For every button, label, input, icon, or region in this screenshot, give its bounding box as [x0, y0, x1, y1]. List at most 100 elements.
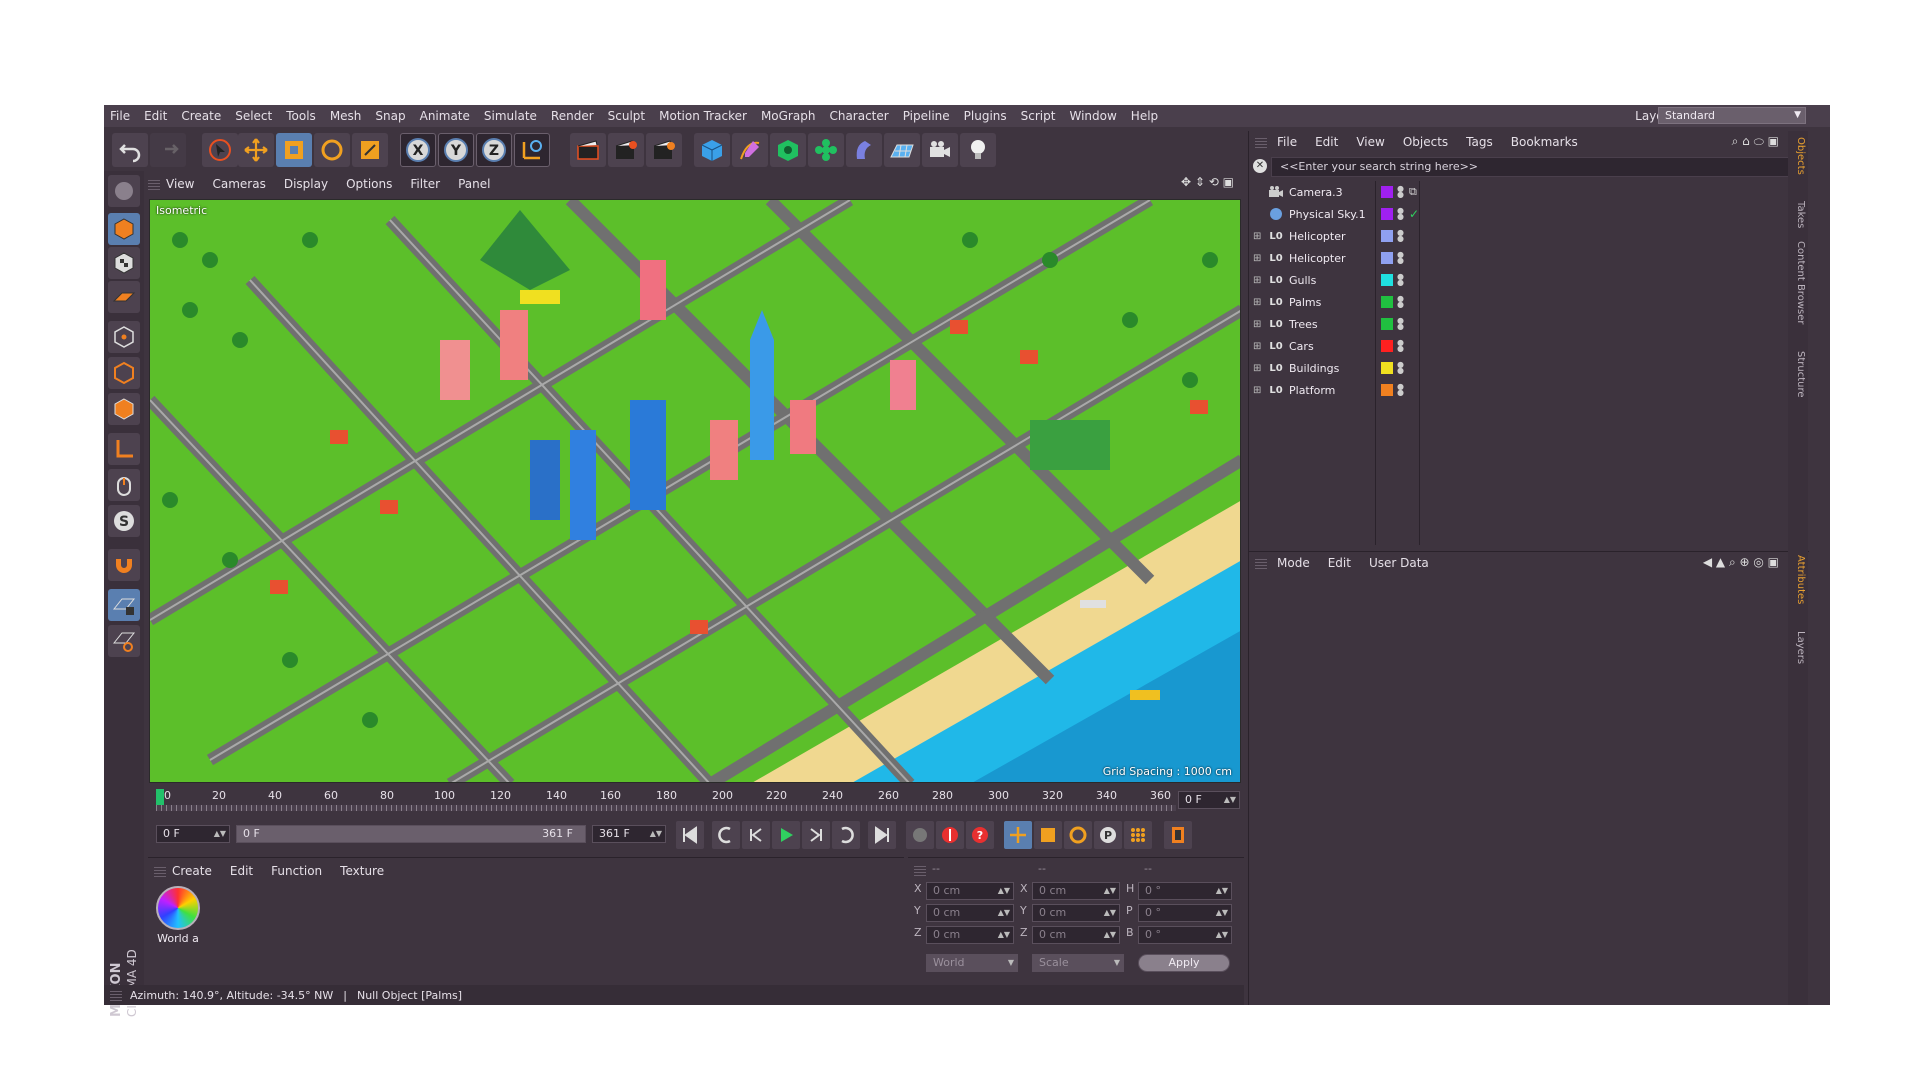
object-row-gulls[interactable]: ⊞ L0 Gulls ● ●	[1249, 269, 1809, 291]
next-frame-button[interactable]	[802, 821, 830, 849]
go-to-end-button[interactable]	[868, 821, 896, 849]
layer-color-swatch[interactable]	[1381, 362, 1393, 374]
objects-menu-objects[interactable]: Objects	[1403, 135, 1448, 149]
rotation-b-field[interactable]: 0 ° ▲▼	[1138, 926, 1232, 944]
enabled-check-icon[interactable]: ✓	[1409, 207, 1419, 221]
menu-motion-tracker[interactable]: Motion Tracker	[659, 109, 747, 123]
object-row-sky[interactable]: Physical Sky.1 ● ● ✓	[1249, 203, 1809, 225]
visibility-dots[interactable]: ● ●	[1397, 185, 1404, 199]
key-point-level-button[interactable]	[1124, 821, 1152, 849]
menu-mograph[interactable]: MoGraph	[761, 109, 816, 123]
tab-objects[interactable]: Objects	[1790, 137, 1806, 175]
motion-recording-button[interactable]	[906, 821, 934, 849]
size-z-field[interactable]: 0 cm ▲▼	[1032, 926, 1120, 944]
object-row-helicopter[interactable]: ⊞ L0 Helicopter ● ●	[1249, 247, 1809, 269]
viewport-menu-filter[interactable]: Filter	[410, 177, 440, 191]
expand-plus-icon[interactable]: ⊞	[1253, 253, 1267, 264]
coord-mode-world-select[interactable]: World ▼	[926, 954, 1018, 972]
layer-color-swatch[interactable]	[1381, 384, 1393, 396]
menu-tools[interactable]: Tools	[286, 109, 316, 123]
layer-color-swatch[interactable]	[1381, 230, 1393, 242]
timeline-track[interactable]	[156, 805, 1176, 811]
rotate-tool-button[interactable]	[314, 133, 350, 167]
menu-snap[interactable]: Snap	[375, 109, 405, 123]
layer-color-swatch[interactable]	[1381, 296, 1393, 308]
viewport-menu-cameras[interactable]: Cameras	[212, 177, 265, 191]
timeline-ruler[interactable]: 0 20 40 60 80 100 120 140 160 180 200 22…	[156, 789, 1176, 815]
viewport-nav-icons[interactable]: ✥ ⇕ ⟲ ▣	[1181, 175, 1234, 189]
objects-menu-tags[interactable]: Tags	[1466, 135, 1493, 149]
render-to-picture-viewer-button[interactable]	[608, 133, 644, 167]
menu-create[interactable]: Create	[181, 109, 221, 123]
objects-menu-view[interactable]: View	[1356, 135, 1384, 149]
start-frame-field[interactable]: 0 F ▲▼	[156, 825, 230, 843]
menu-render[interactable]: Render	[551, 109, 594, 123]
viewport-menu-view[interactable]: View	[166, 177, 194, 191]
key-parameter-button[interactable]: P	[1094, 821, 1122, 849]
subdivision-surface-button[interactable]	[770, 133, 806, 167]
record-active-objects-button[interactable]	[936, 821, 964, 849]
tab-content-browser[interactable]: Content Browser	[1790, 241, 1806, 324]
object-search-input[interactable]: <<Enter your search string here>>	[1271, 157, 1801, 177]
y-axis-lock-button[interactable]: Y	[438, 133, 474, 167]
tab-takes[interactable]: Takes	[1790, 201, 1806, 228]
timeline[interactable]: 0 20 40 60 80 100 120 140 160 180 200 22…	[148, 785, 1244, 817]
expand-plus-icon[interactable]: ⊞	[1253, 231, 1267, 242]
play-button[interactable]	[772, 821, 800, 849]
viewport-menu-panel[interactable]: Panel	[458, 177, 490, 191]
expand-plus-icon[interactable]: ⊞	[1253, 385, 1267, 396]
undo-button[interactable]	[112, 133, 148, 167]
transform-tool-button[interactable]	[352, 133, 388, 167]
x-axis-lock-button[interactable]: X	[400, 133, 436, 167]
menu-select[interactable]: Select	[235, 109, 272, 123]
expand-plus-icon[interactable]: ⊞	[1253, 275, 1267, 286]
attributes-menu-user-data[interactable]: User Data	[1369, 556, 1429, 570]
viewport-menu-options[interactable]: Options	[346, 177, 392, 191]
menu-script[interactable]: Script	[1021, 109, 1056, 123]
camera-target-tag-icon[interactable]: ⧉	[1409, 185, 1417, 199]
apply-button[interactable]: Apply	[1138, 954, 1230, 972]
layer-color-swatch[interactable]	[1381, 208, 1393, 220]
key-rotation-button[interactable]	[1064, 821, 1092, 849]
size-y-field[interactable]: 0 cm ▲▼	[1032, 904, 1120, 922]
lock-workplane-button[interactable]	[108, 589, 140, 621]
coord-mode-scale-select[interactable]: Scale ▼	[1032, 954, 1124, 972]
render-settings-button[interactable]	[646, 133, 682, 167]
object-row-trees[interactable]: ⊞ L0 Trees ● ●	[1249, 313, 1809, 335]
visibility-dots[interactable]: ● ●	[1397, 339, 1404, 353]
position-z-field[interactable]: 0 cm ▲▼	[926, 926, 1014, 944]
expand-plus-icon[interactable]: ⊞	[1253, 319, 1267, 330]
material-menu-texture[interactable]: Texture	[340, 864, 384, 878]
position-y-field[interactable]: 0 cm ▲▼	[926, 904, 1014, 922]
key-position-button[interactable]	[1004, 821, 1032, 849]
next-key-button[interactable]	[832, 821, 860, 849]
layer-color-swatch[interactable]	[1381, 340, 1393, 352]
light-button[interactable]	[960, 133, 996, 167]
expand-plus-icon[interactable]: ⊞	[1253, 363, 1267, 374]
close-search-icon[interactable]: ✕	[1253, 159, 1267, 173]
object-row-platform[interactable]: ⊞ L0 Platform ● ●	[1249, 379, 1809, 401]
camera-button[interactable]	[922, 133, 958, 167]
visibility-dots[interactable]: ● ●	[1397, 273, 1404, 287]
object-row-helicopter[interactable]: ⊞ L0 Helicopter ● ●	[1249, 225, 1809, 247]
cube-primitive-button[interactable]	[694, 133, 730, 167]
position-x-field[interactable]: 0 cm ▲▼	[926, 882, 1014, 900]
material-menu-create[interactable]: Create	[172, 864, 212, 878]
z-axis-lock-button[interactable]: Z	[476, 133, 512, 167]
objects-menu-edit[interactable]: Edit	[1315, 135, 1338, 149]
move-tool-button[interactable]	[238, 133, 274, 167]
solo-button[interactable]: S	[108, 505, 140, 537]
size-x-field[interactable]: 0 cm ▲▼	[1032, 882, 1120, 900]
menu-help[interactable]: Help	[1131, 109, 1158, 123]
layer-color-swatch[interactable]	[1381, 318, 1393, 330]
make-editable-button[interactable]	[108, 175, 140, 207]
rotation-p-field[interactable]: 0 ° ▲▼	[1138, 904, 1232, 922]
attributes-header-icons[interactable]: ◀ ▲ ⌕ ⊕ ◎ ▣	[1703, 555, 1779, 570]
menu-simulate[interactable]: Simulate	[484, 109, 537, 123]
object-row-palms[interactable]: ⊞ L0 Palms ● ●	[1249, 291, 1809, 313]
material-menu-function[interactable]: Function	[271, 864, 322, 878]
3d-viewport[interactable]: Isometric Grid Spacing : 1000 cm	[149, 199, 1241, 783]
objects-header-icons[interactable]: ⌕ ⌂ ⬭ ▣	[1732, 134, 1779, 149]
material-swatch[interactable]: World a	[154, 886, 202, 952]
autokeying-button[interactable]: ?	[966, 821, 994, 849]
